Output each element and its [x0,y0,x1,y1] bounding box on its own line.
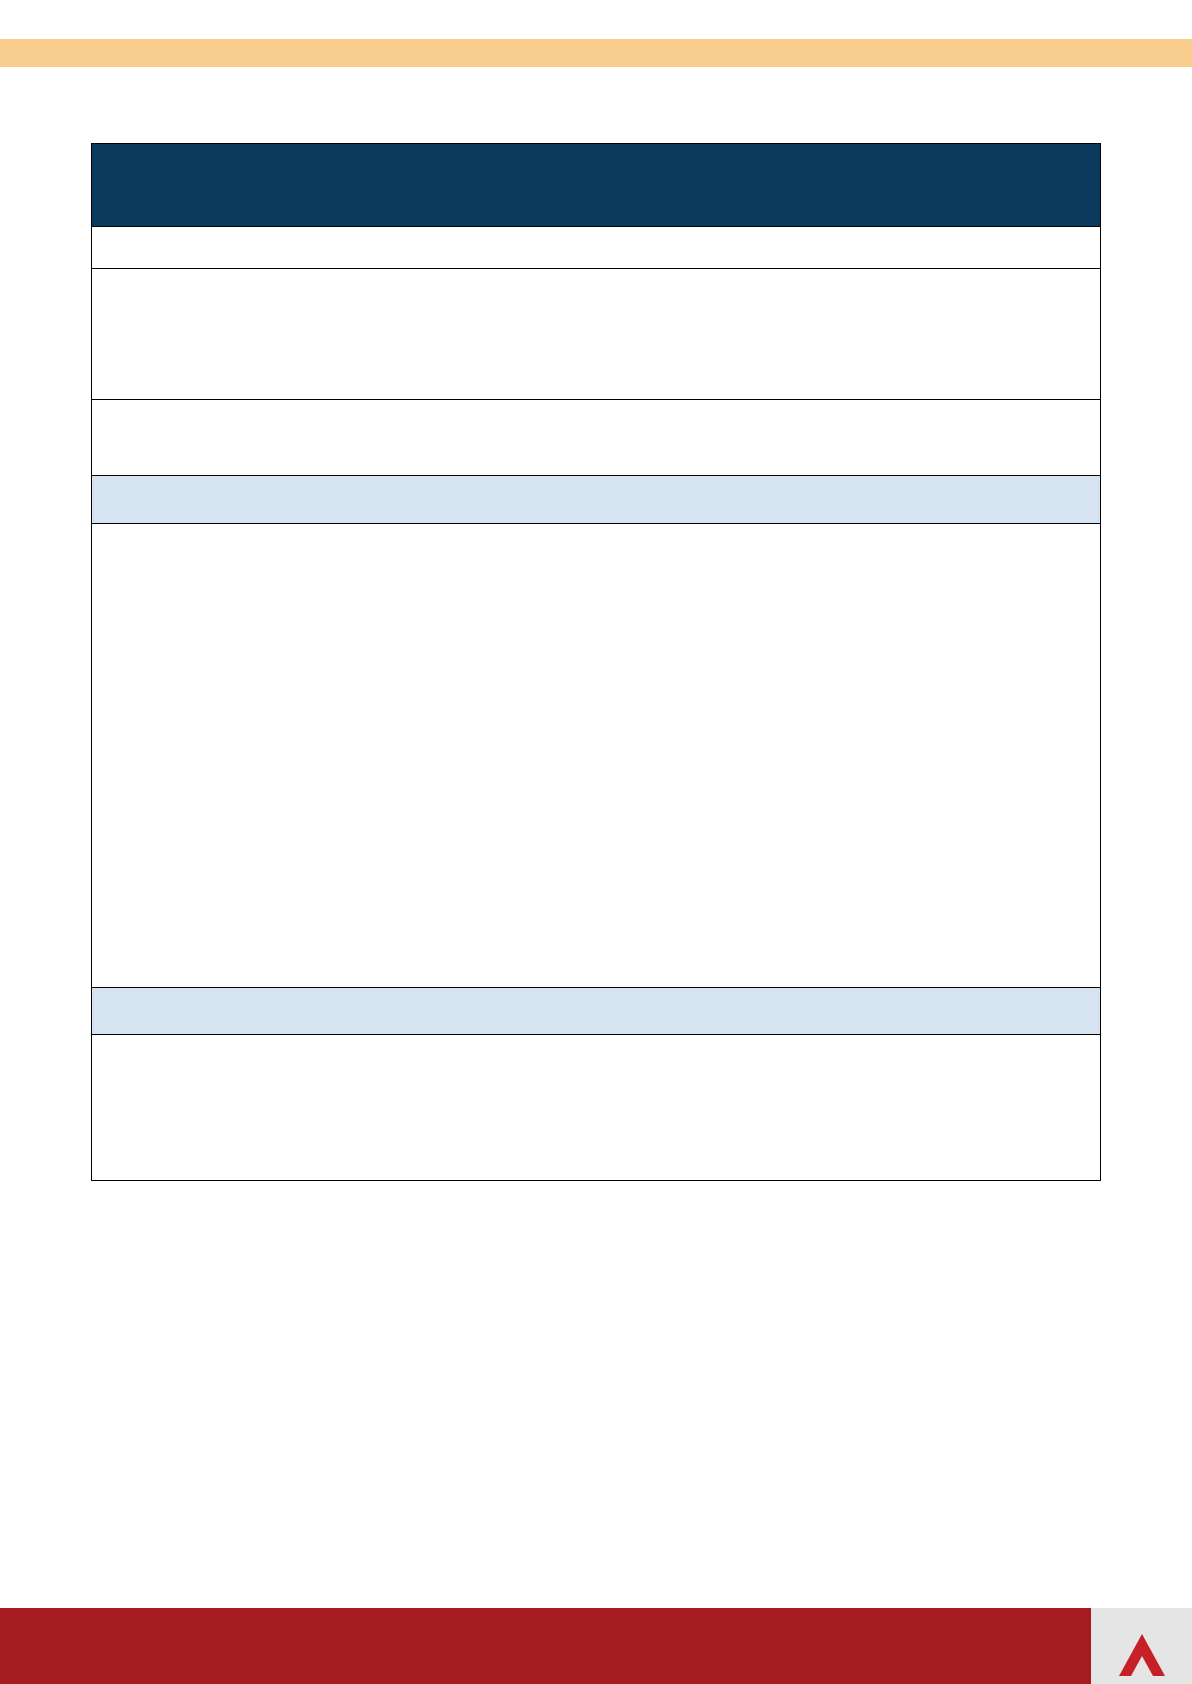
logo-container [1091,1608,1192,1684]
logo-chevron-icon [1117,1632,1167,1678]
table-row [92,268,1100,399]
footer-accent-bar [0,1608,1091,1684]
top-accent-bar [0,39,1192,67]
table-row [92,523,1100,987]
table-header-row [92,144,1100,226]
table-row [92,399,1100,475]
table-row-highlight [92,987,1100,1034]
table-row-highlight [92,475,1100,523]
table-row [92,226,1100,268]
table-row [92,1034,1100,1180]
content-table [91,143,1101,1181]
